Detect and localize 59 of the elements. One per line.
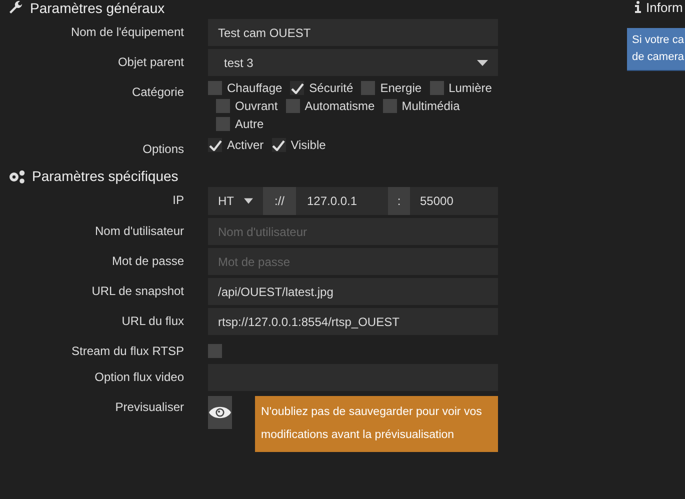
input-field[interactable]: /api/OUEST/latest.jpg	[208, 278, 498, 305]
field-label: Catégorie	[130, 84, 184, 99]
field-label: Previsualiser	[114, 399, 184, 414]
checkbox[interactable]	[208, 344, 222, 358]
field-label: Stream du flux RTSP	[70, 343, 184, 358]
field-label: Objet parent	[116, 54, 184, 69]
checkbox[interactable]	[216, 117, 230, 131]
separator-label: :	[388, 187, 410, 215]
checkbox[interactable]	[286, 99, 300, 113]
checkbox[interactable]	[290, 81, 304, 95]
checkbox-label: Ouvrant	[235, 99, 278, 113]
field-label: Mot de passe	[110, 253, 184, 268]
host-field[interactable]: 127.0.0.1	[296, 187, 388, 215]
checkbox-label: Automatisme	[304, 99, 375, 113]
checkbox-label: Visible	[290, 138, 326, 152]
info-icon	[635, 1, 641, 13]
checkbox[interactable]	[382, 99, 397, 113]
checkbox[interactable]	[208, 81, 222, 95]
checkbox[interactable]	[361, 81, 376, 95]
section-title: Paramètres généraux	[30, 0, 165, 16]
input-field[interactable]: rtsp://127.0.0.1:8554/rtsp_OUEST	[208, 308, 498, 335]
checkbox-label: Sécurité	[309, 81, 354, 95]
field-label: URL du flux	[120, 313, 184, 328]
input-field[interactable]: Test cam OUEST	[208, 19, 498, 46]
checkbox-label: Autre	[235, 117, 264, 131]
parent-select[interactable]: test 3	[208, 49, 498, 76]
info-text: de camera	[632, 50, 685, 65]
separator-label: ://	[263, 187, 296, 215]
field-label: Option flux video	[94, 369, 184, 384]
checkbox-label: Activer	[227, 138, 264, 152]
protocol-select[interactable]: HT	[208, 187, 263, 215]
field-label: Nom d'utilisateur	[94, 223, 184, 238]
field-label: URL de snapshot	[90, 283, 184, 298]
input-field[interactable]: Mot de passe	[208, 248, 498, 275]
checkbox-label: Energie	[380, 81, 422, 95]
info-text: Si votre ca	[632, 33, 685, 48]
checkbox[interactable]	[208, 138, 222, 152]
section-title: Paramètres spécifiques	[32, 168, 178, 184]
checkbox-label: Multimédia	[402, 99, 460, 113]
caret-icon	[477, 60, 488, 66]
check-icon	[208, 140, 222, 150]
panel-title: Inform	[646, 0, 683, 14]
warning-notice: N'oubliez pas de sauvegarder pour voir vos modifications avant la prévisualisation	[255, 396, 498, 452]
check-icon	[290, 82, 304, 94]
field-label: Options	[142, 141, 184, 156]
input-field[interactable]: Nom d'utilisateur	[208, 218, 498, 245]
checkbox[interactable]	[272, 138, 286, 152]
check-icon	[272, 140, 286, 150]
eye-icon	[208, 405, 232, 420]
checkbox[interactable]	[430, 81, 444, 95]
checkbox[interactable]	[216, 99, 230, 113]
port-field[interactable]: 55000	[410, 187, 498, 215]
field-label: IP	[172, 192, 184, 207]
caret-icon	[244, 198, 253, 204]
checkbox-label: Chauffage	[227, 81, 282, 95]
field-label: Nom de l'équipement	[70, 24, 184, 39]
wrench-icon	[8, 0, 24, 16]
preview-button[interactable]	[208, 396, 232, 429]
checkbox-label: Lumière	[448, 81, 492, 95]
